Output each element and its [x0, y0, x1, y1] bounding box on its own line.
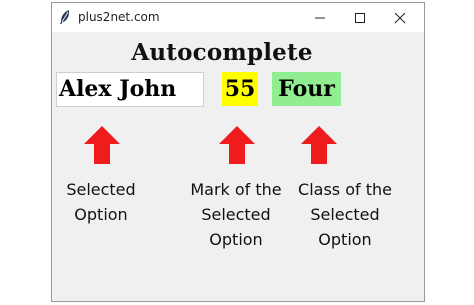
- caption-line: Mark of the: [190, 180, 282, 199]
- page-title: Autocomplete: [131, 39, 313, 66]
- close-button[interactable]: [378, 3, 422, 32]
- maximize-icon: [355, 12, 365, 23]
- caption-line: Option: [209, 230, 263, 249]
- window-title: plus2net.com: [78, 10, 160, 24]
- feather-icon: [60, 10, 70, 24]
- caption-line: Option: [318, 230, 372, 249]
- caption-selected-option: Selected Option: [46, 177, 156, 227]
- class-label: Four: [272, 72, 341, 106]
- autocomplete-input[interactable]: Alex John: [56, 72, 204, 107]
- arrow-up-icon: [301, 126, 337, 164]
- caption-line: Selected: [66, 180, 136, 199]
- title-bar[interactable]: plus2net.com: [52, 3, 424, 32]
- arrow-up-icon: [84, 126, 120, 164]
- arrow-up-icon: [219, 126, 255, 164]
- minimize-button[interactable]: [298, 3, 342, 32]
- close-icon: [394, 12, 406, 23]
- mark-label: 55: [222, 72, 258, 106]
- caption-line: Class of the: [298, 180, 392, 199]
- maximize-button[interactable]: [338, 3, 382, 32]
- caption-line: Option: [74, 205, 128, 224]
- caption-line: Selected: [201, 205, 271, 224]
- caption-mark: Mark of the Selected Option: [181, 177, 291, 252]
- app-window: plus2net.com Autocomplete Alex John 55 F…: [51, 2, 425, 302]
- minimize-icon: [315, 17, 325, 18]
- caption-line: Selected: [310, 205, 380, 224]
- caption-class: Class of the Selected Option: [290, 177, 400, 252]
